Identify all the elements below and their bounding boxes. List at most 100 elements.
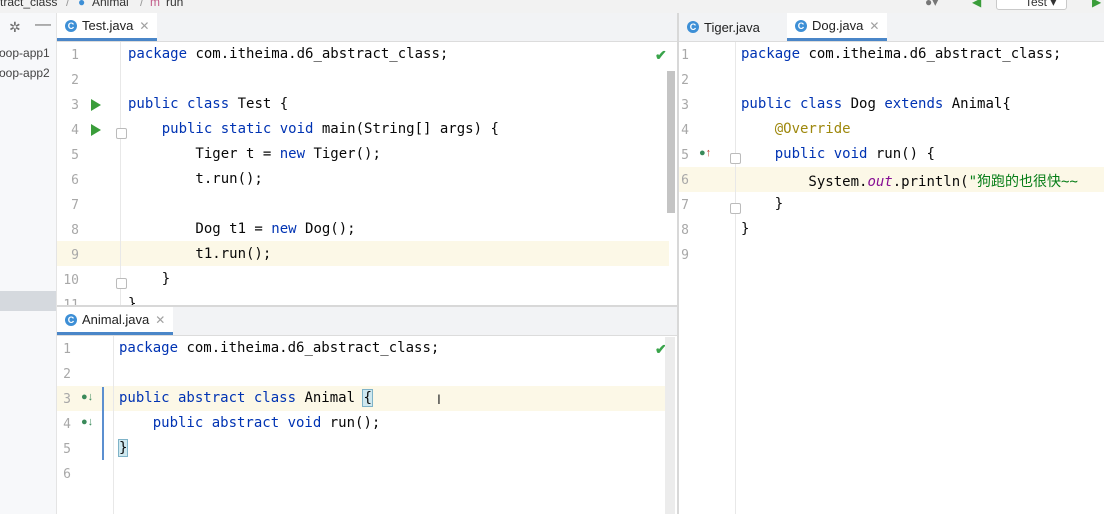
line-number: 6 xyxy=(63,467,71,482)
line-number: 2 xyxy=(71,73,79,88)
code-line: public abstract void run(); xyxy=(119,415,381,431)
overrides-icon[interactable]: ●↑ xyxy=(699,147,711,159)
tab-dog-java[interactable]: C Dog.java ✕ xyxy=(787,13,888,41)
line-number: 9 xyxy=(681,248,689,263)
minimize-icon[interactable]: — xyxy=(35,16,51,34)
line-number: 6 xyxy=(71,173,79,188)
c-class-icon: C xyxy=(795,19,807,32)
line-number: 5 xyxy=(63,442,71,457)
c-class-icon: C xyxy=(65,313,77,326)
project-item[interactable]: oop-app2 xyxy=(0,66,50,80)
tab-bar: C Tiger.java C Dog.java ✕ xyxy=(679,13,1104,42)
selected-row xyxy=(0,291,56,311)
breadcrumb-item-package[interactable]: tract_class xyxy=(0,0,57,9)
line-number: 7 xyxy=(71,198,79,213)
project-item[interactable]: oop-app1 xyxy=(0,46,50,60)
gutter-divider xyxy=(120,42,121,305)
c-class-icon: C xyxy=(65,19,77,32)
code-line: } xyxy=(128,296,137,305)
code-line: System.out.println("狗跑的也很快~~ xyxy=(741,174,1078,190)
tab-label: Tiger.java xyxy=(704,19,760,35)
line-number: 1 xyxy=(63,342,71,357)
run-class-icon[interactable] xyxy=(91,99,101,111)
fold-icon[interactable] xyxy=(730,203,741,214)
close-icon[interactable]: ✕ xyxy=(139,19,149,33)
code-line: t1.run(); xyxy=(128,246,272,262)
tab-bar: C Animal.java ✕ xyxy=(57,307,677,336)
class-icon: ● xyxy=(78,0,86,9)
fold-icon[interactable] xyxy=(730,153,741,164)
tab-bar: C Test.java ✕ xyxy=(57,13,677,42)
breadcrumb-separator: / xyxy=(140,0,144,9)
breadcrumb-item-method[interactable]: run xyxy=(166,0,183,9)
code-line: Tiger t = new Tiger(); xyxy=(128,146,381,162)
tab-test-java[interactable]: C Test.java ✕ xyxy=(57,13,158,41)
tab-tiger-java[interactable]: C Tiger.java xyxy=(679,13,760,41)
gear-icon[interactable]: ✲ xyxy=(9,19,21,36)
scrollbar-track[interactable] xyxy=(665,337,675,514)
line-number: 3 xyxy=(63,392,71,407)
implemented-icon[interactable]: ●↓ xyxy=(81,416,93,428)
tab-label: Dog.java xyxy=(812,18,864,33)
c-class-icon: C xyxy=(687,21,699,33)
line-number: 3 xyxy=(71,98,79,113)
line-number: 4 xyxy=(71,123,79,138)
breadcrumb-item-class[interactable]: Animal xyxy=(92,0,129,9)
line-number: 8 xyxy=(681,223,689,238)
code-line: package com.itheima.d6_abstract_class; xyxy=(128,46,449,62)
code-line: } xyxy=(128,271,171,287)
line-number: 6 xyxy=(681,173,689,188)
code-line: public abstract class Animal { xyxy=(119,389,373,407)
code-line: package com.itheima.d6_abstract_class; xyxy=(741,46,1062,62)
line-number: 11 xyxy=(57,298,79,305)
matched-brace: { xyxy=(362,389,373,407)
user-icon[interactable]: ●▾ xyxy=(925,0,938,9)
line-number: 1 xyxy=(71,48,79,63)
code-line: @Override xyxy=(741,121,851,137)
code-line: t.run(); xyxy=(128,171,263,187)
run-main-icon[interactable] xyxy=(91,124,101,136)
breadcrumb: tract_class / ● Animal / m run ●▾ ◀ Test… xyxy=(0,0,1104,13)
code-line: public class Test { xyxy=(128,96,289,112)
line-number: 10 xyxy=(63,273,79,288)
gutter-divider xyxy=(113,336,114,514)
scrollbar-thumb[interactable] xyxy=(667,71,675,213)
close-icon[interactable]: ✕ xyxy=(155,313,165,327)
line-number: 1 xyxy=(681,48,689,63)
line-number: 8 xyxy=(71,223,79,238)
close-icon[interactable]: ✕ xyxy=(869,19,879,33)
code-line: Dog t1 = new Dog(); xyxy=(128,221,356,237)
line-number: 3 xyxy=(681,98,689,113)
fold-icon[interactable] xyxy=(116,128,127,139)
run-config-label: Test xyxy=(1025,0,1048,9)
method-icon: m xyxy=(150,0,160,9)
text-cursor-icon: I xyxy=(437,391,441,407)
editor-pane-animal: C Animal.java ✕ 1 2 3 4 5 6 ●↓ ●↓ ✔ pack… xyxy=(57,307,677,514)
line-number: 5 xyxy=(681,148,689,163)
line-number: 7 xyxy=(681,198,689,213)
line-number: 4 xyxy=(63,417,71,432)
run-icon[interactable]: ▶ xyxy=(1092,0,1101,9)
run-config-dropdown[interactable]: Test ▾ xyxy=(996,0,1068,10)
fold-icon[interactable] xyxy=(116,278,127,289)
implemented-icon[interactable]: ●↓ xyxy=(81,391,93,403)
line-number: 5 xyxy=(71,148,79,163)
tab-animal-java[interactable]: C Animal.java ✕ xyxy=(57,307,174,335)
breadcrumb-separator: / xyxy=(66,0,70,9)
project-panel: ✲ — oop-app1 oop-app2 xyxy=(0,13,57,514)
code-line: public class Dog extends Animal{ xyxy=(741,96,1011,112)
change-marker xyxy=(102,387,104,460)
line-number: 2 xyxy=(681,73,689,88)
code-line: } xyxy=(741,221,750,237)
code-line: public static void main(String[] args) { xyxy=(128,121,499,137)
editor-pane-dog: C Tiger.java C Dog.java ✕ 1 2 3 4 5 6 7 … xyxy=(679,13,1104,514)
line-number: 2 xyxy=(63,367,71,382)
tab-label: Test.java xyxy=(82,18,134,33)
line-number: 9 xyxy=(71,248,79,263)
code-line: } xyxy=(741,196,784,212)
editor-pane-test: C Test.java ✕ 1 2 3 4 5 6 7 8 9 10 11 ✔ … xyxy=(57,13,677,305)
code-line: package com.itheima.d6_abstract_class; xyxy=(119,340,440,356)
back-arrow-icon[interactable]: ◀ xyxy=(972,0,981,9)
code-line: } xyxy=(117,439,129,457)
gutter-divider xyxy=(735,42,736,514)
